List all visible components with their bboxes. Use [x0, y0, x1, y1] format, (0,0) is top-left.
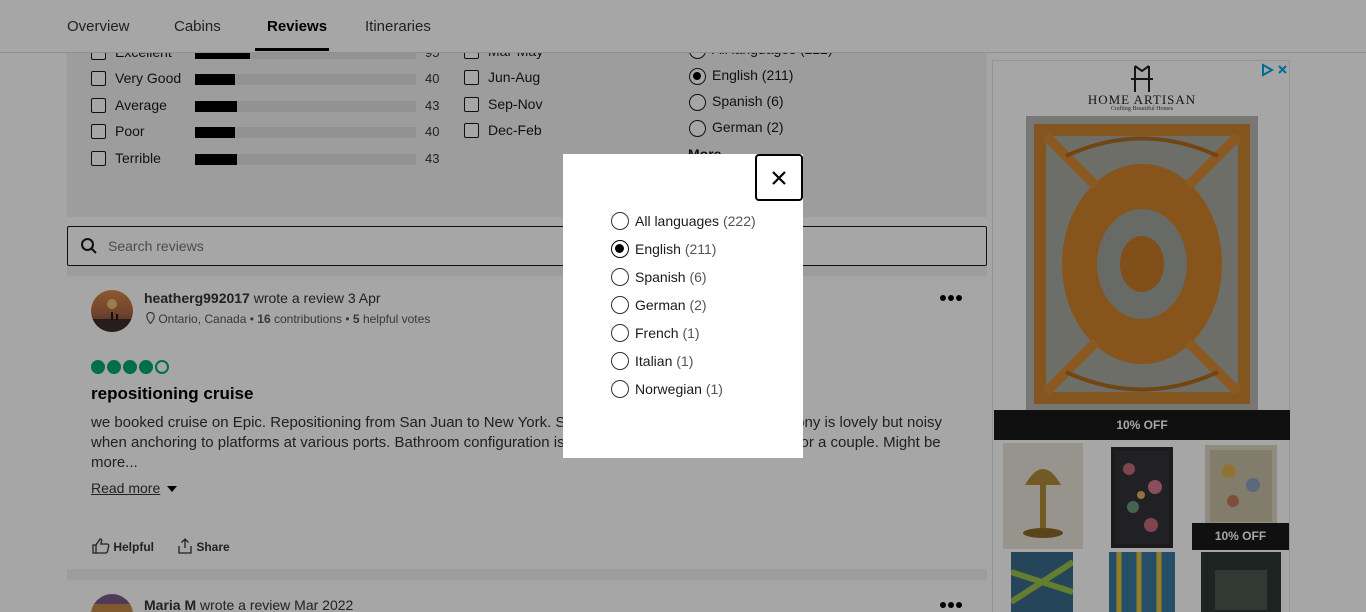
- language-count: (6): [689, 269, 707, 285]
- language-name: English: [635, 241, 681, 257]
- language-count: (222): [722, 213, 756, 229]
- language-option-label: Italian (1): [635, 353, 693, 369]
- language-radio[interactable]: [611, 380, 629, 398]
- language-name: German: [635, 297, 686, 313]
- language-option-label: Norwegian (1): [635, 381, 723, 397]
- language-count: (211): [684, 241, 717, 257]
- language-radio[interactable]: [611, 352, 629, 370]
- close-button[interactable]: [755, 154, 803, 201]
- language-radio[interactable]: [611, 268, 629, 286]
- language-radio[interactable]: [611, 296, 629, 314]
- language-count: (1): [682, 325, 700, 341]
- language-count: (1): [705, 381, 723, 397]
- language-option-label: Spanish (6): [635, 269, 707, 285]
- language-radio[interactable]: [611, 240, 629, 258]
- page: Overview Cabins Reviews Itineraries Exce…: [0, 0, 1366, 612]
- language-name: Norwegian: [635, 381, 702, 397]
- language-name: All languages: [635, 213, 720, 229]
- language-count: (2): [689, 297, 707, 313]
- language-option-label: French (1): [635, 325, 700, 341]
- language-filter-dialog: All languages (222) English (211) Spanish …: [563, 154, 803, 458]
- language-radio[interactable]: [611, 324, 629, 342]
- language-option-label: All languages (222): [635, 213, 756, 229]
- language-radio[interactable]: [611, 212, 629, 230]
- language-count: (1): [676, 353, 694, 369]
- language-option-label: German (2): [635, 297, 707, 313]
- language-option-label: English (211): [635, 241, 716, 257]
- language-name: Italian: [635, 353, 673, 369]
- close-icon: [772, 171, 786, 185]
- language-name: Spanish: [635, 269, 686, 285]
- language-name: French: [635, 325, 679, 341]
